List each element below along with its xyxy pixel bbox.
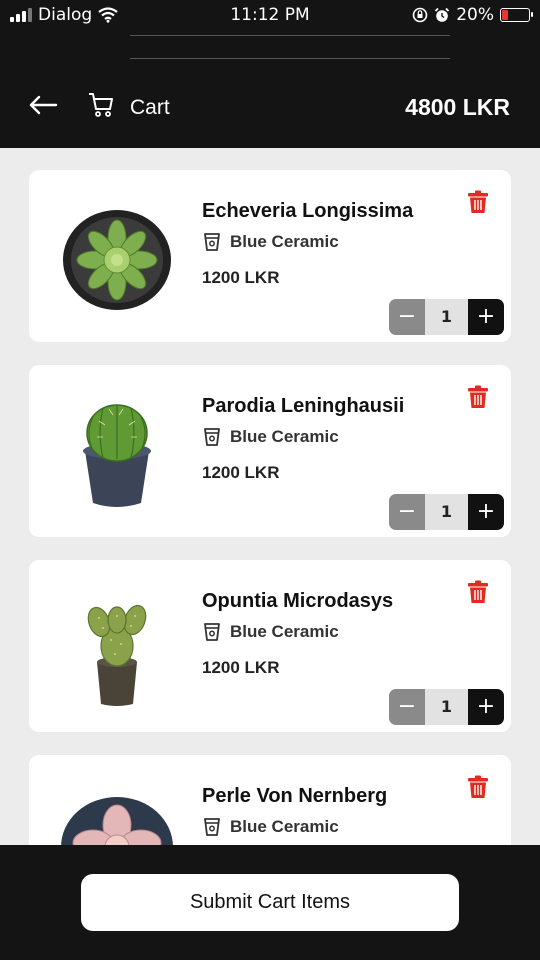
trash-icon[interactable] <box>467 190 489 214</box>
divider <box>130 58 450 59</box>
quantity-stepper: − 1 + <box>389 689 504 725</box>
item-price: 1200 LKR <box>202 268 280 287</box>
pot-icon <box>204 233 220 251</box>
quantity-value: 1 <box>425 689 468 725</box>
item-name: Parodia Leninghausii <box>202 395 405 417</box>
succulent-rosette-image <box>63 210 171 310</box>
pot-type: Blue Ceramic <box>202 427 339 447</box>
status-bar: Dialog 11:12 PM 20% <box>0 0 540 30</box>
item-name: Opuntia Microdasys <box>202 590 394 612</box>
increase-button[interactable]: + <box>468 494 504 530</box>
status-right: 20% <box>412 5 533 25</box>
pot-type: Blue Ceramic <box>202 817 339 837</box>
item-price: 1200 LKR <box>202 463 280 482</box>
item-price: 1200 LKR <box>202 658 280 677</box>
battery-icon <box>500 8 533 22</box>
quantity-value: 1 <box>425 299 468 335</box>
cart-item: Opuntia Microdasys Blue Ceramic 1200 LKR… <box>29 560 511 732</box>
bottom-bar: Submit Cart Items <box>0 845 540 960</box>
submit-cart-button[interactable]: Submit Cart Items <box>81 874 459 931</box>
decrease-button[interactable]: − <box>389 299 425 335</box>
pot-label: Blue Ceramic <box>230 427 339 446</box>
header: Cart 4800 LKR <box>0 78 540 138</box>
rotation-lock-icon <box>412 7 428 23</box>
item-name: Perle Von Nernberg <box>202 785 388 807</box>
pot-icon <box>204 623 220 641</box>
increase-button[interactable]: + <box>468 689 504 725</box>
battery-level <box>502 10 508 20</box>
page-title: Cart <box>130 96 170 119</box>
pot-icon <box>204 428 220 446</box>
cart-item: Parodia Leninghausii Blue Ceramic 1200 L… <box>29 365 511 537</box>
top-bar: Dialog 11:12 PM 20% Cart 4800 LKR <box>0 0 540 148</box>
cart-total: 4800 LKR <box>405 94 510 120</box>
battery-percent: 20% <box>456 5 494 25</box>
pot-type: Blue Ceramic <box>202 232 339 252</box>
cart-item: Echeveria Longissima Blue Ceramic 1200 L… <box>29 170 511 342</box>
pot-label: Blue Ceramic <box>230 622 339 641</box>
cactus-paddle-image <box>87 604 147 706</box>
trash-icon[interactable] <box>467 775 489 799</box>
alarm-icon <box>435 7 450 22</box>
quantity-value: 1 <box>425 494 468 530</box>
pot-icon <box>204 818 220 836</box>
pot-label: Blue Ceramic <box>230 817 339 836</box>
decrease-button[interactable]: − <box>389 689 425 725</box>
cactus-round-image <box>83 404 151 507</box>
back-arrow-icon[interactable] <box>28 90 58 120</box>
trash-icon[interactable] <box>467 580 489 604</box>
divider <box>130 35 450 36</box>
pot-type: Blue Ceramic <box>202 622 339 642</box>
cart-icon <box>89 93 113 117</box>
pot-label: Blue Ceramic <box>230 232 339 251</box>
increase-button[interactable]: + <box>468 299 504 335</box>
quantity-stepper: − 1 + <box>389 494 504 530</box>
decrease-button[interactable]: − <box>389 494 425 530</box>
quantity-stepper: − 1 + <box>389 299 504 335</box>
cart-list: Echeveria Longissima Blue Ceramic 1200 L… <box>29 170 511 950</box>
trash-icon[interactable] <box>467 385 489 409</box>
item-name: Echeveria Longissima <box>202 200 414 222</box>
